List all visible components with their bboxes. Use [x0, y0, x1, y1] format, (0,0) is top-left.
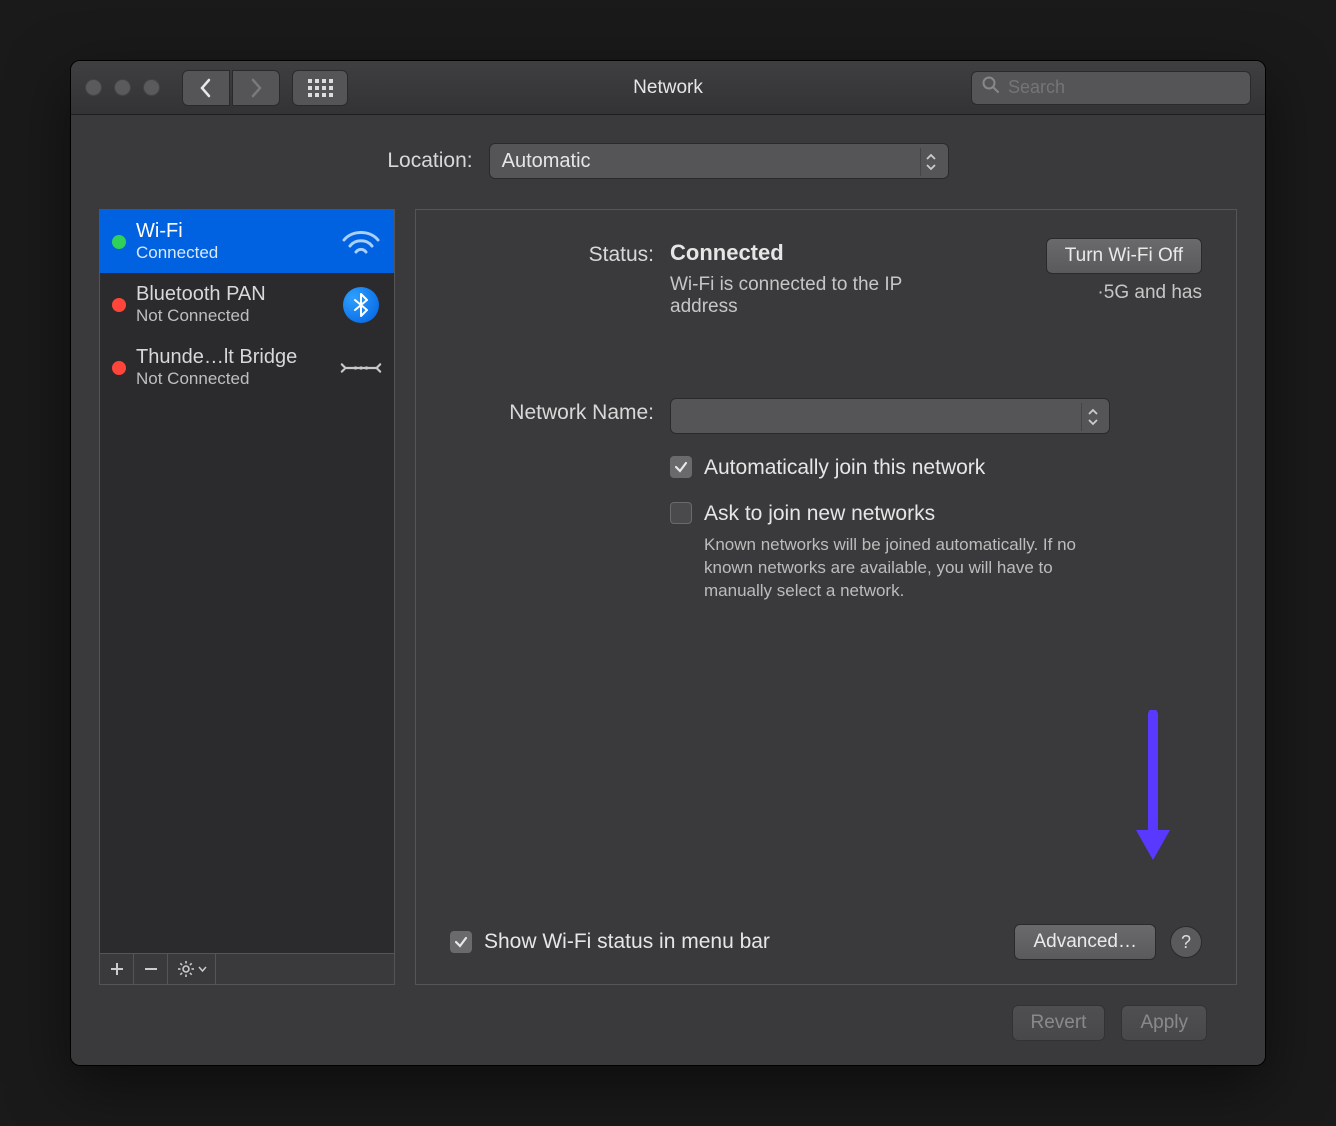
interface-status: Not Connected	[136, 306, 330, 326]
interface-text: Thunde…lt Bridge Not Connected	[136, 346, 330, 389]
interface-item-wifi[interactable]: Wi-Fi Connected	[100, 210, 394, 273]
status-dot-icon	[112, 298, 126, 312]
advanced-button[interactable]: Advanced…	[1014, 924, 1156, 960]
interface-name: Thunde…lt Bridge	[136, 346, 330, 369]
minimize-window-button[interactable]	[114, 79, 131, 96]
back-button[interactable]	[182, 70, 230, 106]
titlebar: Network	[71, 61, 1265, 115]
search-field[interactable]	[971, 71, 1251, 105]
status-dot-icon	[112, 361, 126, 375]
window-title: Network	[633, 77, 703, 99]
show-all-button[interactable]	[292, 70, 348, 106]
search-input[interactable]	[1008, 77, 1240, 98]
bridge-icon	[340, 353, 382, 383]
interface-status: Not Connected	[136, 369, 330, 389]
annotation-arrow-icon	[1130, 710, 1176, 875]
network-name-select[interactable]	[670, 398, 1110, 434]
interface-item-thunderbolt-bridge[interactable]: Thunde…lt Bridge Not Connected	[100, 336, 394, 399]
location-value: Automatic	[502, 150, 591, 173]
network-name-label: Network Name:	[450, 398, 670, 425]
interface-list: Wi-Fi Connected	[100, 210, 394, 953]
grid-icon	[308, 79, 333, 97]
search-icon	[982, 76, 1000, 99]
status-description: Wi-Fi is connected to the IP address	[670, 274, 920, 318]
select-arrows-icon	[1081, 403, 1103, 431]
nav-buttons	[182, 70, 280, 106]
show-status-checkbox[interactable]	[450, 931, 472, 953]
network-preferences-window: Network Location: Automatic	[70, 60, 1266, 1066]
wifi-icon	[340, 226, 382, 258]
auto-join-row: Automatically join this network	[450, 456, 1202, 480]
interface-text: Wi-Fi Connected	[136, 220, 330, 263]
location-select[interactable]: Automatic	[489, 143, 949, 179]
ask-join-checkbox[interactable]	[670, 502, 692, 524]
ask-join-row: Ask to join new networks Known networks …	[450, 502, 1202, 603]
window-controls	[85, 79, 160, 96]
interface-name: Bluetooth PAN	[136, 283, 330, 306]
ask-join-help-text: Known networks will be joined automatica…	[704, 534, 1124, 603]
interface-item-bluetooth[interactable]: Bluetooth PAN Not Connected	[100, 273, 394, 336]
add-interface-button[interactable]	[100, 954, 134, 984]
remove-interface-button[interactable]	[134, 954, 168, 984]
interface-sidebar: Wi-Fi Connected	[99, 209, 395, 985]
status-description-right: ·5G and has	[1097, 282, 1202, 304]
turn-wifi-off-button[interactable]: Turn Wi-Fi Off	[1046, 238, 1202, 274]
location-row: Location: Automatic	[99, 143, 1237, 179]
close-window-button[interactable]	[85, 79, 102, 96]
status-dot-icon	[112, 235, 126, 249]
bluetooth-icon	[340, 287, 382, 323]
help-button[interactable]: ?	[1170, 926, 1202, 958]
network-name-row: Network Name:	[450, 398, 1202, 434]
interface-name: Wi-Fi	[136, 220, 330, 243]
location-label: Location:	[387, 149, 472, 173]
ask-join-label: Ask to join new networks	[704, 502, 935, 526]
detail-pane: Status: Connected Wi-Fi is connected to …	[415, 209, 1237, 985]
apply-button[interactable]: Apply	[1121, 1005, 1207, 1041]
status-label: Status:	[450, 240, 670, 267]
show-status-label: Show Wi-Fi status in menu bar	[484, 930, 770, 954]
auto-join-checkbox[interactable]	[670, 456, 692, 478]
interface-text: Bluetooth PAN Not Connected	[136, 283, 330, 326]
sidebar-footer	[100, 953, 394, 984]
forward-button[interactable]	[232, 70, 280, 106]
select-arrows-icon	[920, 148, 942, 176]
revert-button[interactable]: Revert	[1012, 1005, 1106, 1041]
interface-status: Connected	[136, 243, 330, 263]
auto-join-label: Automatically join this network	[704, 456, 985, 480]
content-area: Location: Automatic Wi-Fi Connected	[71, 115, 1265, 1065]
detail-bottom-row: Show Wi-Fi status in menu bar Advanced… …	[450, 924, 1202, 960]
window-footer: Revert Apply	[99, 985, 1237, 1041]
panels: Wi-Fi Connected	[99, 209, 1237, 985]
action-menu-button[interactable]	[168, 954, 216, 984]
zoom-window-button[interactable]	[143, 79, 160, 96]
